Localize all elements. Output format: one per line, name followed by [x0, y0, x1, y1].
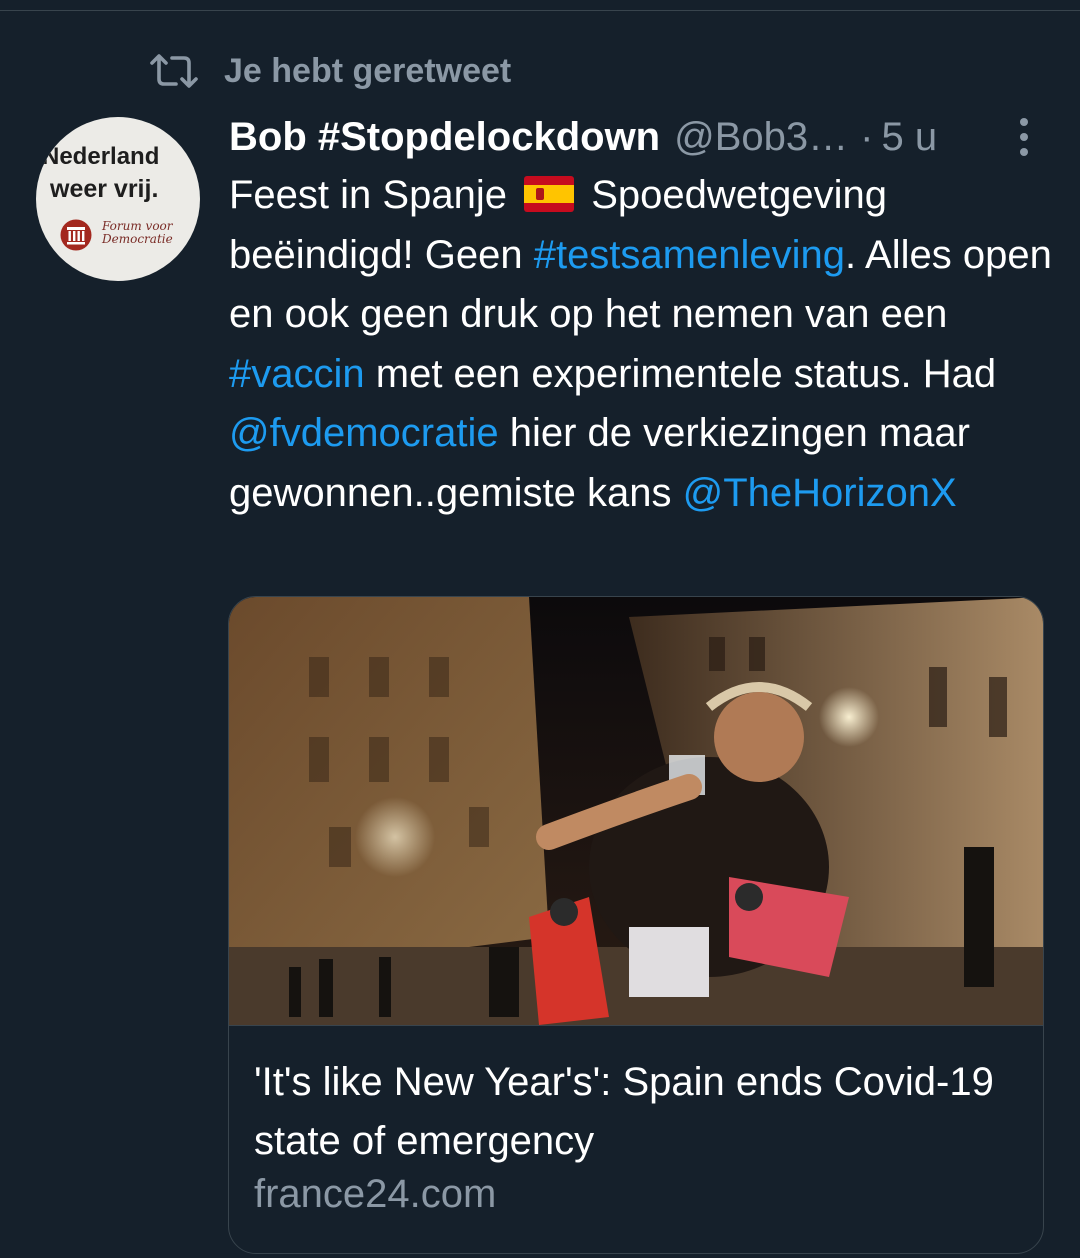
top-divider: [0, 10, 1080, 11]
card-title[interactable]: 'It's like New Year's': Spain ends Covid…: [254, 1053, 1014, 1171]
avatar-text-line1: Nederland: [42, 143, 160, 170]
tweet-header: Bob #Stopdelockdown @Bob3… · 5 u: [229, 112, 1049, 162]
avatar-logo-text-2: Democratie: [102, 232, 173, 246]
avatar-logo-text: Forum voor Democratie: [102, 220, 173, 246]
tweet-text-part: Feest in Spanje: [229, 173, 507, 217]
tweet-text: Feest in Spanje Spoedwetgeving beëindigd…: [229, 166, 1059, 523]
time-separator: ·: [860, 114, 874, 159]
avatar[interactable]: Nederland weer vrij. Forum voor Democrat…: [36, 117, 200, 281]
retweet-context: Je hebt geretweet: [148, 48, 511, 94]
retweet-label: Je hebt geretweet: [224, 51, 512, 90]
mention-link[interactable]: @fvdemocratie: [229, 411, 499, 455]
mention-link[interactable]: @TheHorizonX: [683, 471, 957, 515]
hashtag-link[interactable]: #testsamenleving: [534, 233, 845, 277]
fvd-logo-icon: [60, 219, 92, 251]
retweet-icon: [148, 53, 200, 89]
link-preview-card[interactable]: 'It's like New Year's': Spain ends Covid…: [228, 596, 1044, 1254]
spain-flag-icon: [524, 176, 575, 212]
avatar-text-line2: weer vrij.: [50, 175, 159, 203]
more-vertical-icon[interactable]: [1017, 116, 1031, 158]
card-image[interactable]: [229, 597, 1043, 1026]
card-domain: france24.com: [254, 1172, 497, 1216]
display-name[interactable]: Bob #Stopdelockdown: [229, 115, 660, 160]
user-handle[interactable]: @Bob3…: [674, 115, 848, 160]
tweet-text-part: met een experimentele status. Had: [375, 351, 997, 396]
tweet-timestamp[interactable]: 5 u: [881, 115, 937, 160]
hashtag-link[interactable]: #vaccin: [229, 352, 365, 396]
